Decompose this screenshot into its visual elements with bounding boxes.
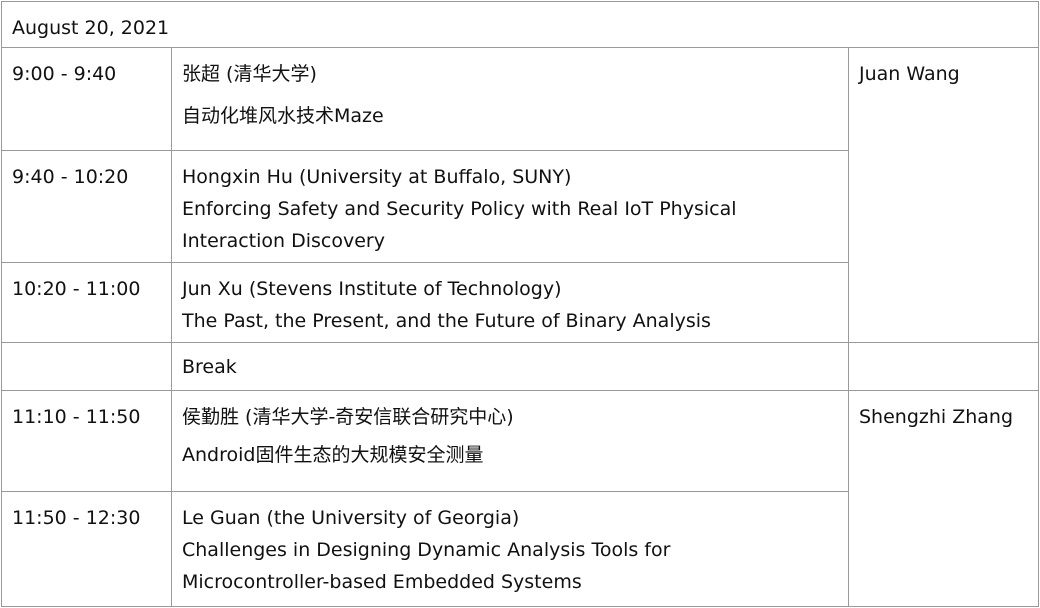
session-info: 侯勤胜 (清华大学-奇安信联合研究中心) Android固件生态的大规模安全测量	[171, 390, 849, 492]
session-speaker: 张超 (清华大学)	[182, 63, 317, 85]
session-info: Jun Xu (Stevens Institute of Technology)…	[171, 262, 849, 343]
session-title: Enforcing Safety and Security Policy wit…	[182, 198, 737, 220]
session-row: 9:00 - 9:40 张超 (清华大学) 自动化堆风水技术Maze Juan …	[1, 47, 1040, 343]
session-title: Interaction Discovery	[182, 230, 385, 252]
session-time: 11:10 - 11:50	[1, 390, 172, 492]
session-info: Le Guan (the University of Georgia) Chal…	[171, 491, 849, 607]
break-row: Break	[1, 342, 1040, 391]
session-speaker: Hongxin Hu (University at Buffalo, SUNY)	[182, 166, 572, 188]
session-title: 自动化堆风水技术Maze	[182, 105, 384, 127]
session-title: Android固件生态的大规模安全测量	[182, 444, 484, 466]
session-time: 9:00 - 9:40	[1, 47, 172, 151]
session-chair: Juan Wang	[847, 47, 1040, 343]
session-speaker: Jun Xu (Stevens Institute of Technology)	[182, 278, 562, 300]
session-title: The Past, the Present, and the Future of…	[182, 310, 711, 332]
session-title: Microcontroller-based Embedded Systems	[182, 571, 582, 593]
session-title: Challenges in Designing Dynamic Analysis…	[182, 539, 671, 561]
session-time: 10:20 - 11:00	[1, 262, 172, 343]
break-time	[1, 342, 172, 391]
session-time: 9:40 - 10:20	[1, 150, 172, 263]
date-row: August 20, 2021	[0, 1, 1040, 48]
session-speaker: 侯勤胜 (清华大学-奇安信联合研究中心)	[182, 406, 514, 428]
session-row: 11:10 - 11:50 侯勤胜 (清华大学-奇安信联合研究中心) Andro…	[1, 390, 1040, 607]
schedule-table: August 20, 2021 9:00 - 9:40 张超 (清华大学) 自动…	[0, 1, 1040, 607]
schedule-date: August 20, 2021	[0, 1, 1040, 48]
break-label: Break	[171, 342, 849, 391]
session-info: 张超 (清华大学) 自动化堆风水技术Maze	[171, 47, 849, 151]
session-info: Hongxin Hu (University at Buffalo, SUNY)…	[171, 150, 849, 263]
break-chair	[847, 342, 1040, 391]
session-chair: Shengzhi Zhang	[847, 390, 1040, 607]
session-speaker: Le Guan (the University of Georgia)	[182, 507, 520, 529]
session-time: 11:50 - 12:30	[1, 491, 172, 607]
